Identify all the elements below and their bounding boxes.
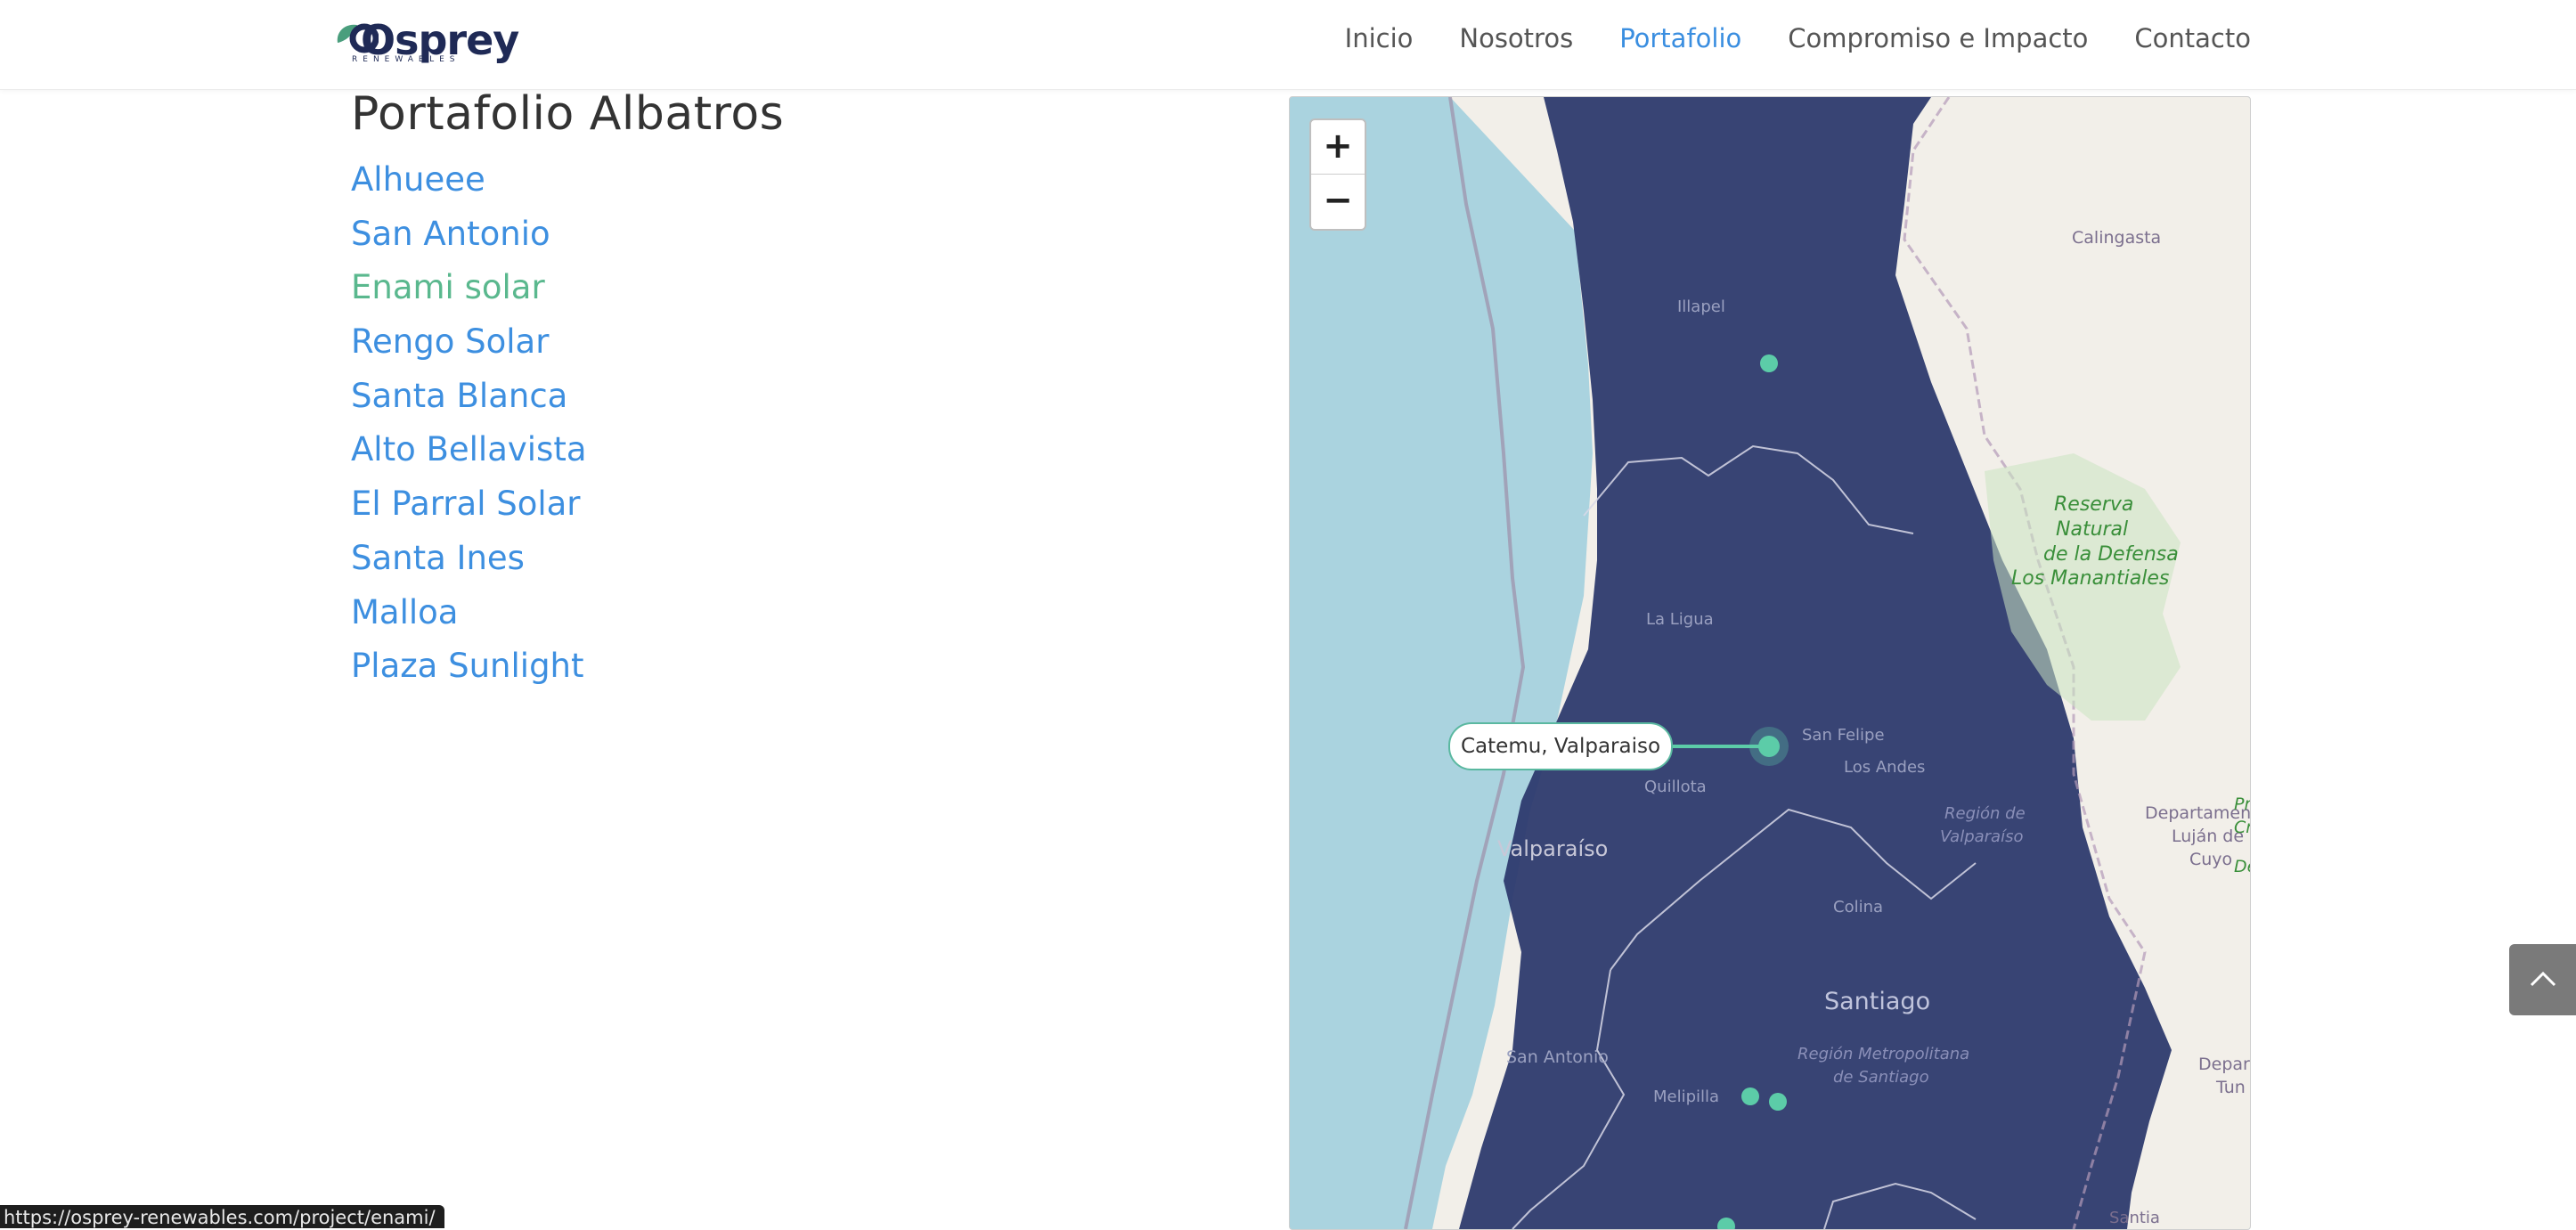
main-nav: Inicio Nosotros Portafolio Compromiso e … [1345,23,2251,53]
map-label-cuyo: Cuyo [2189,850,2232,869]
map-label-region-valparaiso: Región de [1944,804,2026,823]
chevron-up-icon [2530,971,2556,987]
map-label-calingasta: Calingasta [2072,228,2161,248]
list-item: Enami solar [351,268,587,322]
site-header: Osprey RENEWABLES Inicio Nosotros Portaf… [0,0,2576,90]
project-link-el-parral-solar[interactable]: El Parral Solar [351,485,581,523]
map-label-santiago-bottom: Santia [2109,1209,2160,1227]
list-item: Alto Bellavista [351,430,587,485]
nav-contacto[interactable]: Contacto [2134,23,2251,53]
map-label-illapel: Illapel [1677,297,1725,316]
list-item: Alhueee [351,160,587,215]
map-label-edge-p: Pr [2234,794,2250,814]
list-item: Malloa [351,593,587,648]
map-label-edge-d: De [2234,857,2250,876]
project-marker-active[interactable] [1758,736,1780,757]
map-label-region-metropolitana: Región Metropolitana [1797,1045,1969,1063]
project-link-alto-bellavista[interactable]: Alto Bellavista [351,430,587,468]
nav-portafolio[interactable]: Portafolio [1619,23,1741,53]
project-link-enami-solar[interactable]: Enami solar [351,268,545,306]
map-label-la-ligua: La Ligua [1646,610,1714,629]
map-label-santiago: Santiago [1824,988,1930,1015]
map-label-san-felipe: San Felipe [1802,726,1885,745]
list-item: San Antonio [351,215,587,269]
scroll-to-top-button[interactable] [2509,944,2576,1015]
map-label-lujan: Luján de [2172,827,2244,846]
nav-compromiso[interactable]: Compromiso e Impacto [1788,23,2088,53]
map-label-reserva: Reserva [2054,493,2133,516]
map-label-de-santiago: de Santiago [1833,1068,1929,1087]
list-item: Santa Blanca [351,377,587,431]
project-list: Alhueee San Antonio Enami solar Rengo So… [351,160,587,701]
project-link-rengo-solar[interactable]: Rengo Solar [351,322,549,361]
map-label-los-andes: Los Andes [1844,758,1925,777]
list-item: Plaza Sunlight [351,647,587,701]
map-label-tun: Tun [2215,1078,2246,1097]
list-item: Rengo Solar [351,322,587,377]
project-marker[interactable] [1760,354,1778,372]
map-label-depar: Depar [2198,1055,2250,1074]
map-label-manantiales: Los Manantiales [2011,567,2169,590]
map-label-defensa: de la Defensa [2043,543,2179,566]
project-map[interactable]: Illapel Calingasta Reserva Natural de la… [1289,96,2251,1230]
project-link-santa-blanca[interactable]: Santa Blanca [351,377,567,415]
page-title: Portafolio Albatros [351,87,785,141]
map-canvas[interactable]: Illapel Calingasta Reserva Natural de la… [1290,97,2250,1229]
map-label-quillota: Quillota [1644,778,1707,796]
zoom-out-button[interactable]: − [1311,175,1365,228]
map-label-edge-c: Cr [2234,818,2250,837]
map-label-colina: Colina [1833,898,1883,916]
map-label-melipilla: Melipilla [1653,1087,1719,1106]
list-item: El Parral Solar [351,485,587,539]
project-link-san-antonio[interactable]: San Antonio [351,215,550,253]
list-item: Santa Ines [351,539,587,593]
project-link-santa-ines[interactable]: Santa Ines [351,539,525,577]
map-label-natural: Natural [2056,518,2128,541]
map-label-san-antonio: San Antonio [1506,1047,1609,1067]
map-label-valparaiso: Valparaíso [1497,836,1608,861]
osprey-logo[interactable]: Osprey RENEWABLES [334,16,519,68]
project-link-alhueee[interactable]: Alhueee [351,160,485,199]
logo-tagline: RENEWABLES [352,55,461,64]
zoom-controls: + − [1309,118,1366,231]
browser-status-url: https://osprey-renewables.com/project/en… [0,1205,444,1228]
project-link-plaza-sunlight[interactable]: Plaza Sunlight [351,647,584,685]
project-marker[interactable] [1769,1093,1787,1111]
nav-nosotros[interactable]: Nosotros [1459,23,1573,53]
map-marker-popup: Catemu, Valparaiso [1448,722,1674,770]
zoom-in-button[interactable]: + [1311,120,1365,175]
nav-inicio[interactable]: Inicio [1345,23,1414,53]
map-label-region-valparaiso-2: Valparaíso [1940,827,2023,846]
project-link-malloa[interactable]: Malloa [351,593,458,631]
project-marker[interactable] [1741,1087,1759,1105]
